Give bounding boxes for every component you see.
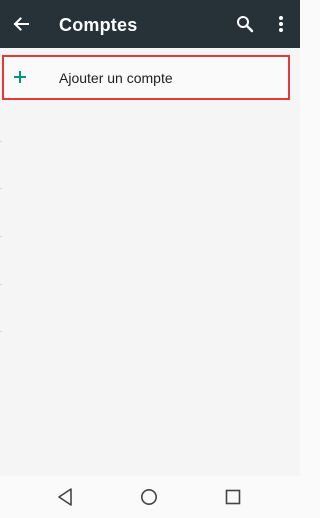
add-account-item[interactable]: Ajouter un compte: [2, 55, 290, 100]
app-bar: Comptes: [0, 0, 300, 48]
system-navigation-bar: [0, 476, 300, 518]
scroll-edge-mark: [0, 236, 2, 237]
nav-recents-icon[interactable]: [225, 489, 241, 505]
nav-back-icon[interactable]: [56, 487, 74, 507]
search-icon[interactable]: [234, 13, 256, 35]
plus-icon: [10, 67, 30, 87]
accounts-list: [0, 48, 300, 476]
add-account-label: Ajouter un compte: [59, 70, 173, 86]
scroll-edge-mark: [0, 331, 2, 332]
scroll-edge-mark: [0, 284, 2, 285]
nav-home-icon[interactable]: [140, 488, 158, 506]
scroll-edge-mark: [0, 188, 2, 189]
more-options-icon[interactable]: [270, 13, 292, 35]
back-arrow-icon[interactable]: [9, 12, 33, 36]
scroll-edge-mark: [0, 141, 2, 142]
page-title: Comptes: [59, 15, 138, 35]
